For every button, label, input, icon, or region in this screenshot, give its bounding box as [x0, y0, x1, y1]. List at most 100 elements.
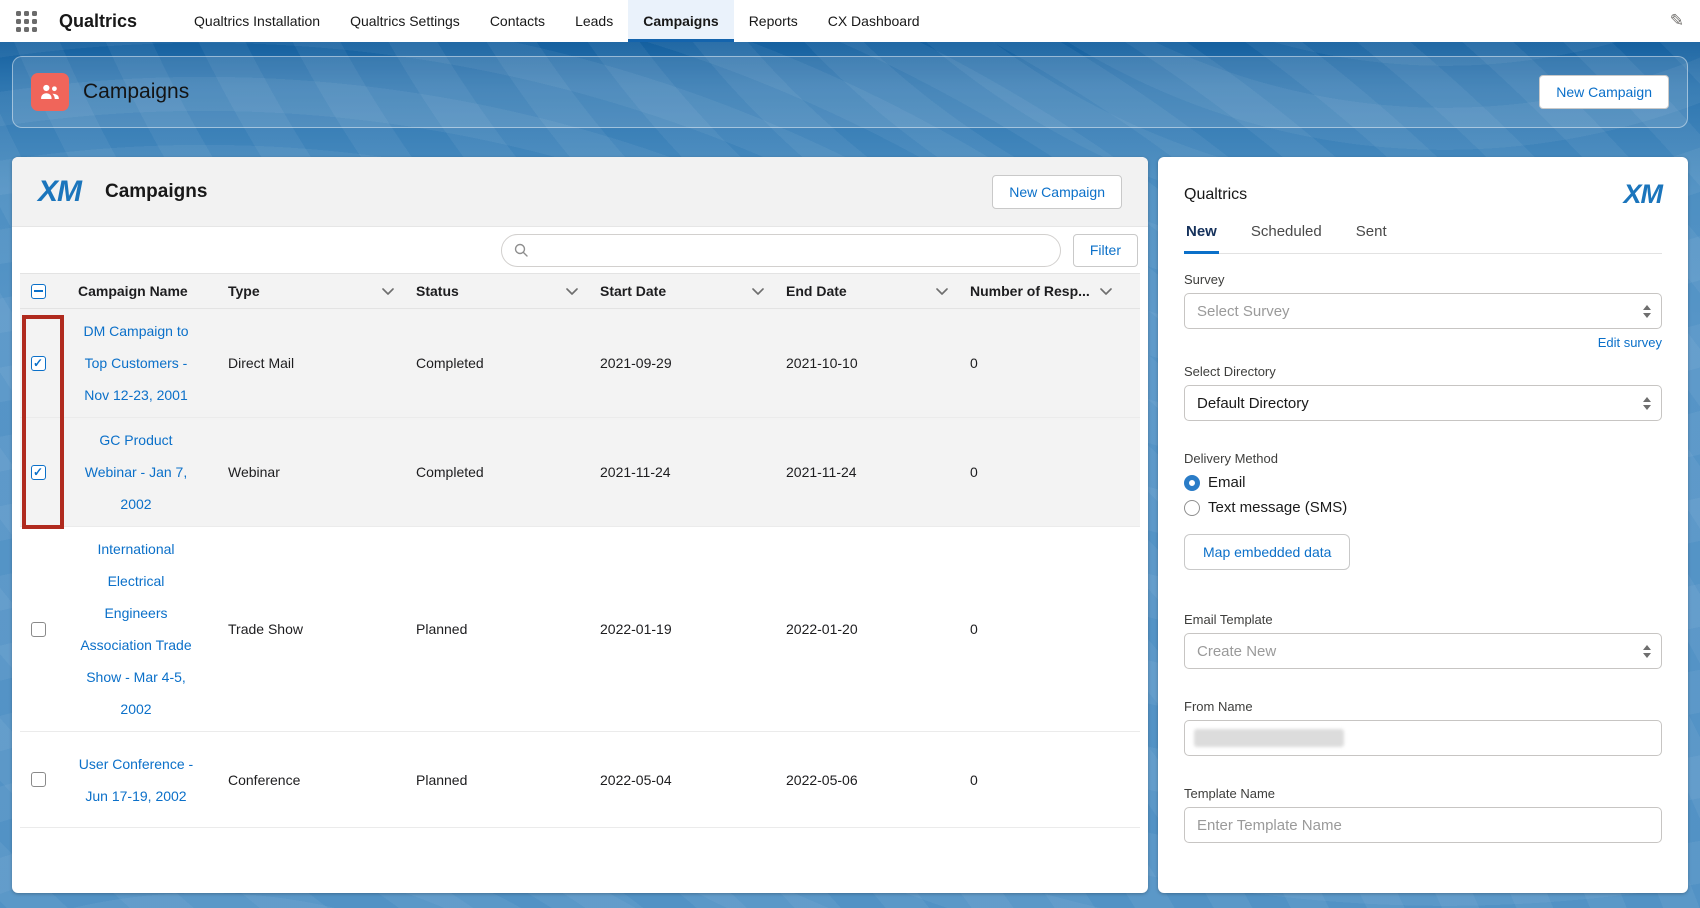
campaign-name-link[interactable]: GC Product Webinar - Jan 7, 2002: [56, 418, 216, 526]
chevron-down-icon[interactable]: [936, 288, 948, 295]
row-checkbox-cell: [20, 418, 56, 526]
table-row: User Conference - Jun 17-19, 2002 Confer…: [20, 732, 1140, 828]
edit-pencil-icon[interactable]: ✎: [1670, 11, 1684, 31]
search-row: Filter: [12, 227, 1148, 273]
row-checkbox[interactable]: [31, 465, 46, 480]
column-header-start-date[interactable]: Start Date: [588, 274, 774, 308]
column-header-number-of-responses[interactable]: Number of Resp...: [958, 274, 1122, 308]
campaign-responses: 0: [958, 418, 1122, 526]
template-name-field: Template Name: [1184, 786, 1662, 843]
page-title: Campaigns: [83, 80, 189, 104]
search-icon: [514, 243, 528, 257]
row-checkbox[interactable]: [31, 772, 46, 787]
app-launcher-icon[interactable]: [16, 11, 37, 32]
chevron-down-icon[interactable]: [382, 288, 394, 295]
survey-label: Survey: [1184, 272, 1662, 287]
campaign-status: Completed: [404, 309, 588, 417]
template-name-label: Template Name: [1184, 786, 1662, 801]
map-embedded-data-button[interactable]: Map embedded data: [1184, 534, 1350, 570]
row-checkbox[interactable]: [31, 622, 46, 637]
column-header-type[interactable]: Type: [216, 274, 404, 308]
survey-select[interactable]: Select Survey: [1184, 293, 1662, 329]
nav-tab-reports[interactable]: Reports: [734, 0, 813, 42]
nav-tab-cx-dashboard[interactable]: CX Dashboard: [813, 0, 935, 42]
column-header-status[interactable]: Status: [404, 274, 588, 308]
list-panel-title: Campaigns: [105, 181, 207, 203]
chevron-down-icon[interactable]: [1100, 288, 1112, 295]
delivery-option-email[interactable]: Email: [1184, 474, 1662, 491]
campaign-type: Webinar: [216, 418, 404, 526]
campaign-type: Direct Mail: [216, 309, 404, 417]
campaign-start-date: 2021-09-29: [588, 309, 774, 417]
delivery-method-field: Delivery Method Email Text message (SMS)…: [1184, 451, 1662, 570]
tab-sent[interactable]: Sent: [1354, 212, 1389, 254]
filter-button[interactable]: Filter: [1073, 234, 1138, 267]
campaign-end-date: 2022-01-20: [774, 527, 958, 731]
composer-brand: Qualtrics: [1184, 186, 1247, 204]
campaign-responses: 0: [958, 527, 1122, 731]
campaign-start-date: 2021-11-24: [588, 418, 774, 526]
stepper-icon: [1643, 645, 1651, 658]
nav-tabs: Qualtrics Installation Qualtrics Setting…: [179, 0, 935, 42]
campaign-start-date: 2022-05-04: [588, 732, 774, 827]
directory-field: Select Directory Default Directory: [1184, 364, 1662, 421]
delivery-option-sms[interactable]: Text message (SMS): [1184, 499, 1662, 516]
campaigns-list-panel: XM Campaigns New Campaign Filter: [12, 157, 1148, 893]
redacted-value: [1194, 729, 1344, 747]
row-checkbox-cell: [20, 527, 56, 731]
new-campaign-button-banner[interactable]: New Campaign: [1539, 75, 1669, 109]
nav-tab-campaigns[interactable]: Campaigns: [628, 0, 733, 42]
select-all-cell: [20, 274, 56, 308]
campaign-responses: 0: [958, 309, 1122, 417]
radio-email[interactable]: [1184, 475, 1200, 491]
column-header-campaign-name[interactable]: Campaign Name: [56, 274, 216, 308]
row-checkbox[interactable]: [31, 356, 46, 371]
column-header-end-date[interactable]: End Date: [774, 274, 958, 308]
row-checkbox-cell: [20, 309, 56, 417]
campaigns-object-icon: [31, 73, 69, 111]
edit-survey-link[interactable]: Edit survey: [1184, 335, 1662, 350]
campaign-start-date: 2022-01-19: [588, 527, 774, 731]
delivery-method-label: Delivery Method: [1184, 451, 1662, 466]
table-row: International Electrical Engineers Assoc…: [20, 527, 1140, 732]
email-template-select[interactable]: Create New: [1184, 633, 1662, 669]
page-header-banner: Campaigns New Campaign: [0, 42, 1700, 128]
nav-tab-leads[interactable]: Leads: [560, 0, 628, 42]
campaign-status: Planned: [404, 732, 588, 827]
email-template-field: Email Template Create New: [1184, 612, 1662, 669]
list-panel-header: XM Campaigns New Campaign: [12, 157, 1148, 227]
email-template-label: Email Template: [1184, 612, 1662, 627]
search-input[interactable]: [536, 242, 1048, 258]
select-all-checkbox[interactable]: [31, 284, 46, 299]
table-header: Campaign Name Type Status Start Date: [20, 273, 1140, 309]
template-name-input[interactable]: [1184, 807, 1662, 843]
tab-new[interactable]: New: [1184, 212, 1219, 254]
campaign-name-link[interactable]: User Conference - Jun 17-19, 2002: [56, 732, 216, 827]
campaigns-table: Campaign Name Type Status Start Date: [20, 273, 1140, 828]
top-navigation: Qualtrics Qualtrics Installation Qualtri…: [0, 0, 1700, 42]
directory-label: Select Directory: [1184, 364, 1662, 379]
nav-tab-qualtrics-settings[interactable]: Qualtrics Settings: [335, 0, 475, 42]
campaign-end-date: 2021-10-10: [774, 309, 958, 417]
campaign-name-link[interactable]: DM Campaign to Top Customers - Nov 12-23…: [56, 309, 216, 417]
xm-logo: XM: [38, 175, 81, 209]
tab-scheduled[interactable]: Scheduled: [1249, 212, 1324, 254]
campaign-type: Conference: [216, 732, 404, 827]
directory-select[interactable]: Default Directory: [1184, 385, 1662, 421]
campaign-name-link[interactable]: International Electrical Engineers Assoc…: [56, 527, 216, 731]
chevron-down-icon[interactable]: [752, 288, 764, 295]
stepper-icon: [1643, 305, 1651, 318]
search-box: [501, 234, 1061, 267]
composer-tabs: New Scheduled Sent: [1184, 212, 1662, 254]
row-checkbox-cell: [20, 732, 56, 827]
survey-field: Survey Select Survey Edit survey: [1184, 272, 1662, 350]
campaign-status: Planned: [404, 527, 588, 731]
new-campaign-button-list[interactable]: New Campaign: [992, 175, 1122, 209]
xm-logo: XM: [1624, 179, 1663, 210]
app-brand: Qualtrics: [59, 11, 137, 32]
nav-tab-contacts[interactable]: Contacts: [475, 0, 560, 42]
page-background: Campaigns New Campaign XM Campaigns New …: [0, 42, 1700, 908]
chevron-down-icon[interactable]: [566, 288, 578, 295]
nav-tab-qualtrics-installation[interactable]: Qualtrics Installation: [179, 0, 335, 42]
radio-sms[interactable]: [1184, 500, 1200, 516]
